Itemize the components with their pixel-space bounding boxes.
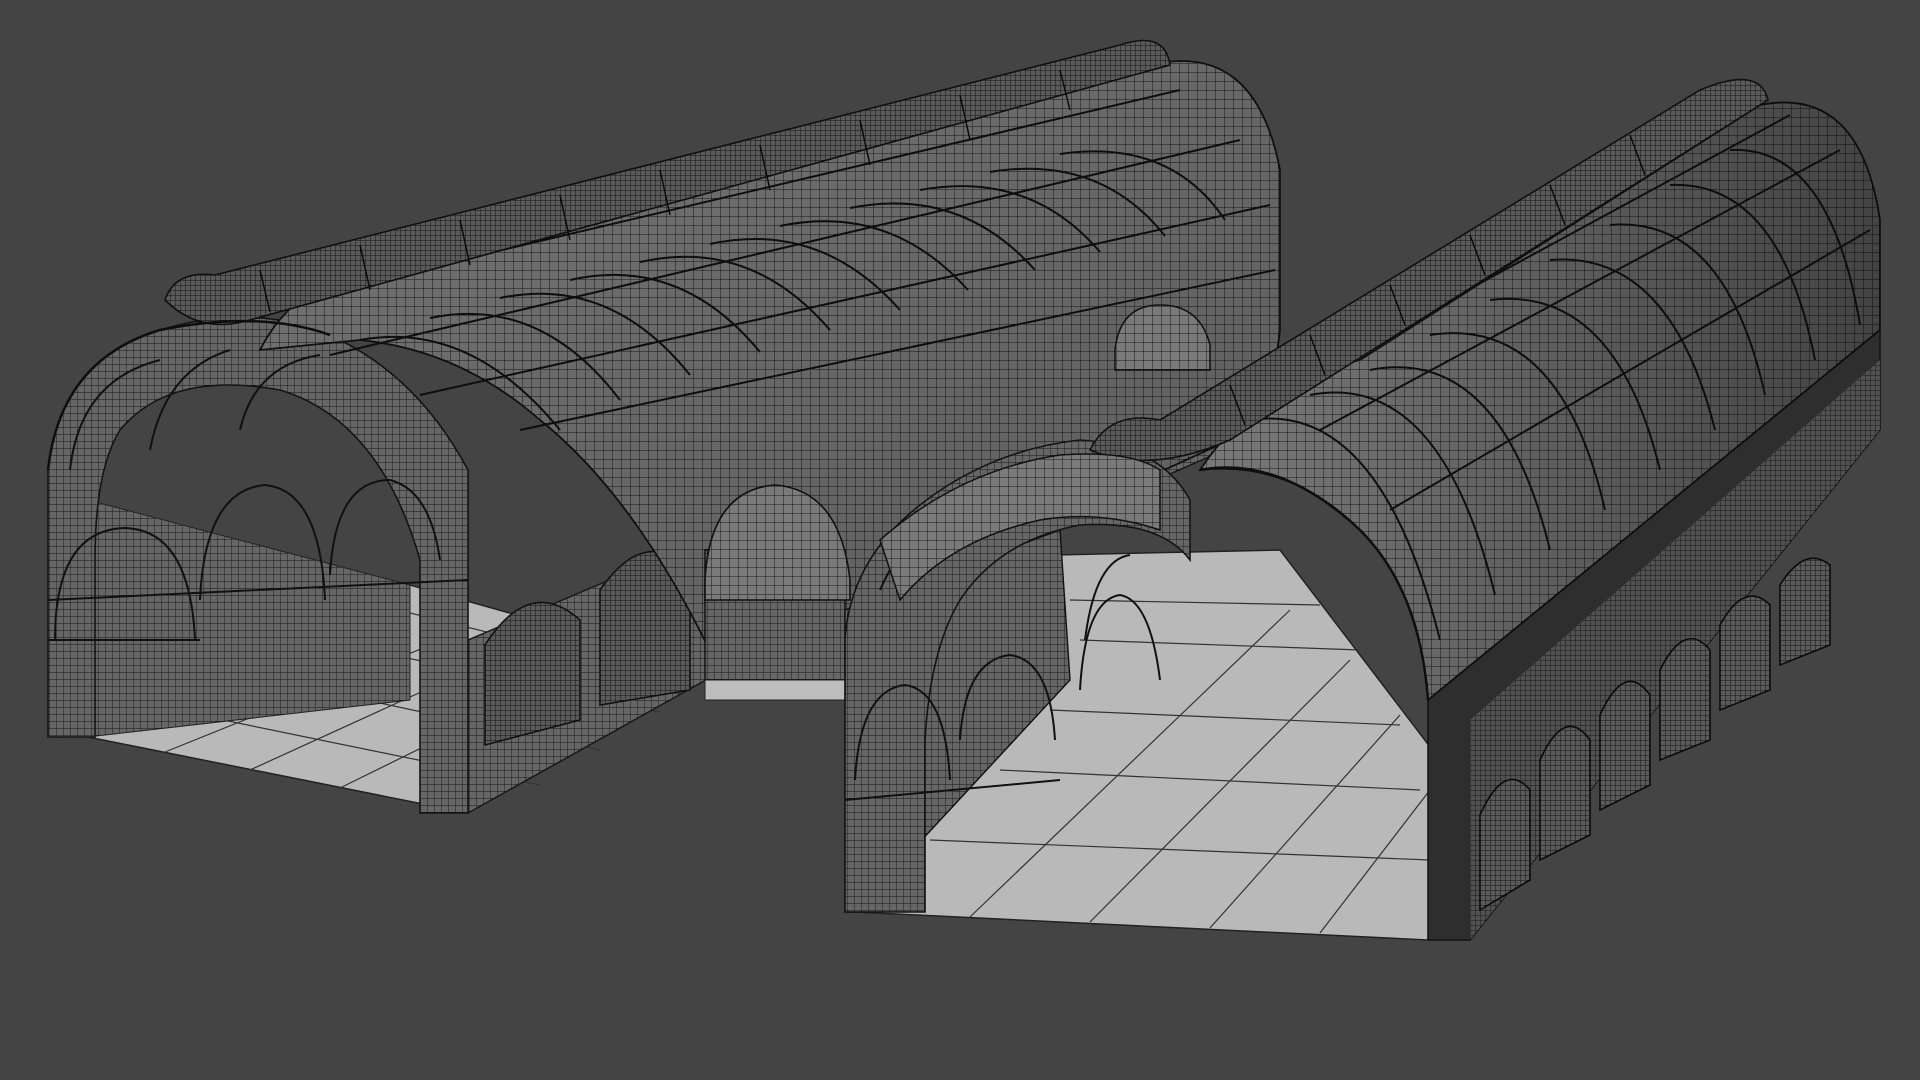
3d-viewport[interactable] bbox=[0, 0, 1920, 1080]
left-hall-back-wall bbox=[87, 499, 411, 738]
connector-floor-strip bbox=[704, 679, 851, 701]
